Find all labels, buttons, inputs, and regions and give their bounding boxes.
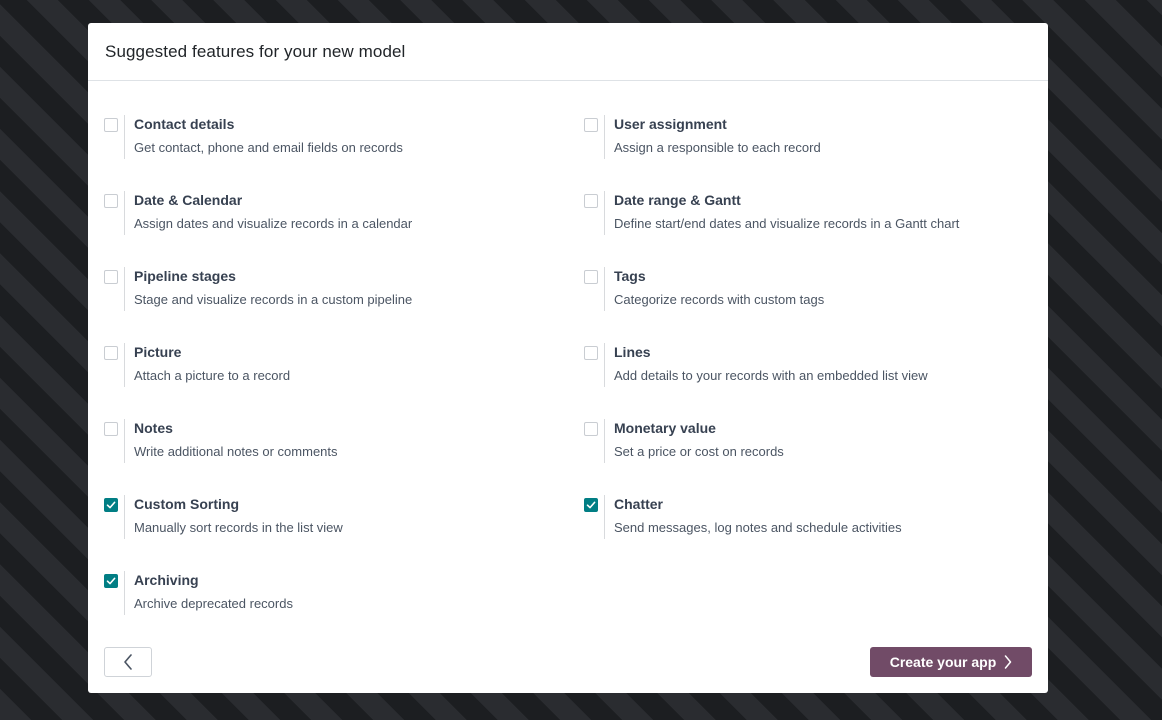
chevron-left-icon [124, 654, 132, 670]
feature-divider [124, 343, 125, 387]
feature-divider [124, 191, 125, 235]
feature-checkbox[interactable] [104, 422, 118, 436]
feature-dialog: Suggested features for your new model Co… [88, 23, 1048, 693]
feature-item[interactable]: Lines Add details to your records with an… [583, 343, 1033, 419]
feature-title: Archiving [134, 572, 199, 588]
dialog-header: Suggested features for your new model [88, 23, 1048, 81]
create-app-button[interactable]: Create your app [870, 647, 1032, 677]
feature-description: Define start/end dates and visualize rec… [614, 216, 960, 231]
feature-divider [124, 571, 125, 615]
feature-divider [604, 115, 605, 159]
create-app-label: Create your app [889, 654, 997, 670]
feature-description: Archive deprecated records [134, 596, 293, 611]
feature-item[interactable]: Date range & Gantt Define start/end dates… [583, 191, 1033, 267]
checkmark-icon [106, 577, 116, 585]
feature-description: Add details to your records with an embe… [614, 368, 928, 383]
feature-title: Picture [134, 344, 182, 360]
checkmark-icon [106, 501, 116, 509]
feature-item[interactable]: Date & Calendar Assign dates and visualiz… [103, 191, 583, 267]
feature-item[interactable]: Custom Sorting Manually sort records in t… [103, 495, 583, 571]
feature-item[interactable]: Tags Categorize records with custom tags [583, 267, 1033, 343]
feature-checkbox[interactable] [584, 346, 598, 360]
feature-item[interactable]: Monetary value Set a price or cost on rec… [583, 419, 1033, 495]
feature-description: Attach a picture to a record [134, 368, 291, 383]
feature-title: Notes [134, 420, 173, 436]
feature-divider [124, 495, 125, 539]
feature-divider [604, 495, 605, 539]
feature-item[interactable]: User assignment Assign a responsible to e… [583, 115, 1033, 191]
checkmark-icon [586, 501, 596, 509]
feature-title: Custom Sorting [134, 496, 239, 512]
feature-divider [604, 419, 605, 463]
feature-item[interactable]: Archiving Archive deprecated records [103, 571, 583, 647]
feature-title: Chatter [614, 496, 664, 512]
feature-description: Assign dates and visualize records in a … [134, 216, 413, 231]
feature-checkbox[interactable] [104, 574, 118, 588]
feature-divider [604, 343, 605, 387]
feature-divider [124, 267, 125, 311]
feature-checkbox[interactable] [584, 498, 598, 512]
feature-description: Categorize records with custom tags [614, 292, 825, 307]
dialog-title: Suggested features for your new model [105, 41, 406, 61]
feature-title: Monetary value [614, 420, 716, 436]
feature-checkbox[interactable] [584, 422, 598, 436]
feature-title: Date range & Gantt [614, 192, 741, 208]
chevron-right-icon [1005, 655, 1012, 669]
feature-checkbox[interactable] [104, 498, 118, 512]
feature-checkbox[interactable] [584, 270, 598, 284]
feature-title: Date & Calendar [134, 192, 243, 208]
feature-title: Pipeline stages [134, 268, 236, 284]
feature-description: Write additional notes or comments [134, 444, 338, 459]
feature-description: Manually sort records in the list view [134, 520, 343, 535]
feature-description: Send messages, log notes and schedule ac… [614, 520, 902, 535]
feature-description: Assign a responsible to each record [614, 140, 821, 155]
feature-checkbox[interactable] [104, 194, 118, 208]
feature-item[interactable]: Pipeline stages Stage and visualize recor… [103, 267, 583, 343]
feature-checkbox[interactable] [104, 270, 118, 284]
feature-title: Tags [614, 268, 646, 284]
feature-title: User assignment [614, 116, 727, 132]
feature-item[interactable]: Picture Attach a picture to a record [103, 343, 583, 419]
feature-item[interactable]: Contact details Get contact, phone and em… [103, 115, 583, 191]
feature-divider [124, 115, 125, 159]
feature-divider [604, 191, 605, 235]
feature-description: Get contact, phone and email fields on r… [134, 140, 403, 155]
feature-description: Set a price or cost on records [614, 444, 784, 459]
feature-item[interactable]: Notes Write additional notes or comments [103, 419, 583, 495]
feature-item[interactable]: Chatter Send messages, log notes and sche… [583, 495, 1033, 571]
feature-checkbox[interactable] [584, 194, 598, 208]
feature-divider [124, 419, 125, 463]
feature-divider [604, 267, 605, 311]
feature-checkbox[interactable] [104, 118, 118, 132]
feature-list: Contact details Get contact, phone and em… [103, 115, 1033, 647]
feature-checkbox[interactable] [584, 118, 598, 132]
feature-title: Contact details [134, 116, 235, 132]
feature-checkbox[interactable] [104, 346, 118, 360]
feature-title: Lines [614, 344, 651, 360]
back-button[interactable] [104, 647, 152, 677]
feature-description: Stage and visualize records in a custom … [134, 292, 413, 307]
